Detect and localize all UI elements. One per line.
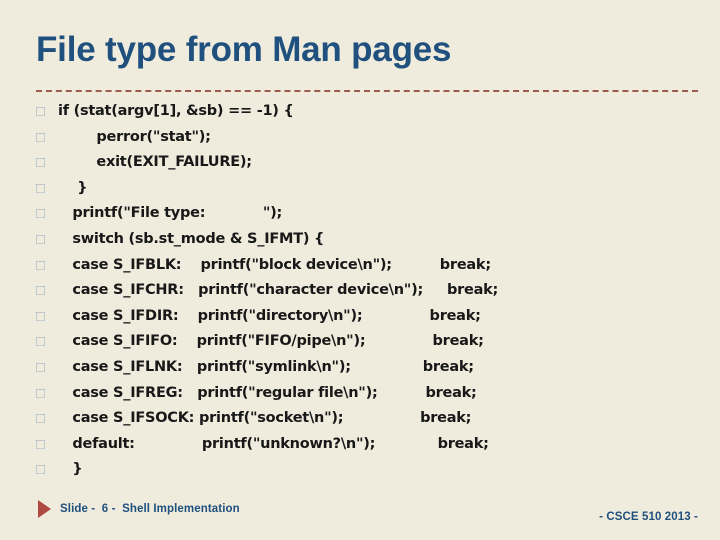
code-line: □ }: [36, 457, 706, 483]
code-line: □ if (stat(argv[1], &sb) == -1) {: [36, 99, 706, 125]
square-bullet-icon: □: [36, 307, 46, 325]
square-bullet-icon: □: [36, 461, 46, 479]
code-line: □ default: printf("unknown?\n"); break;: [36, 432, 706, 458]
code-line: □ exit(EXIT_FAILURE);: [36, 150, 706, 176]
code-line-text: case S_IFREG: printf("regular file\n"); …: [58, 384, 477, 401]
code-line-text: case S_IFLNK: printf("symlink\n"); break…: [58, 358, 474, 375]
code-line-text: if (stat(argv[1], &sb) == -1) {: [58, 103, 294, 119]
course-label: - CSCE 510 2013 -: [599, 511, 698, 523]
code-body: □ if (stat(argv[1], &sb) == -1) { □ perror…: [36, 99, 706, 483]
code-line-text: case S_IFSOCK: printf("socket\n"); break…: [58, 410, 472, 427]
square-bullet-icon: □: [36, 230, 46, 248]
code-line-text: switch (sb.st_mode & S_IFMT) {: [58, 230, 325, 247]
square-bullet-icon: □: [36, 128, 46, 146]
code-line-text: case S_IFIFO: printf("FIFO/pipe\n"); bre…: [58, 333, 484, 350]
code-line: □ case S_IFDIR: printf("directory\n"); b…: [36, 304, 706, 330]
code-line-text: default: printf("unknown?\n"); break;: [58, 435, 489, 452]
square-bullet-icon: □: [36, 205, 46, 223]
code-line: □ case S_IFLNK: printf("symlink\n"); bre…: [36, 355, 706, 381]
code-line: □ case S_IFIFO: printf("FIFO/pipe\n"); b…: [36, 329, 706, 355]
code-line-text: }: [58, 179, 88, 196]
code-line-text: printf("File type: ");: [58, 205, 283, 222]
code-line: □ case S_IFCHR: printf("character device…: [36, 278, 706, 304]
square-bullet-icon: □: [36, 154, 46, 172]
triangle-bullet-icon: [38, 500, 51, 518]
code-line-text: case S_IFDIR: printf("directory\n"); bre…: [58, 307, 481, 324]
code-line-text: case S_IFBLK: printf("block device\n"); …: [58, 256, 491, 273]
square-bullet-icon: □: [36, 333, 46, 351]
code-line-text: }: [58, 461, 83, 478]
title-block: File type from Man pages: [36, 30, 700, 69]
code-line-text: perror("stat");: [58, 128, 211, 145]
square-bullet-icon: □: [36, 358, 46, 376]
slide-canvas: File type from Man pages □ if (stat(argv[…: [0, 0, 720, 540]
code-line: □ case S_IFBLK: printf("block device\n")…: [36, 253, 706, 279]
square-bullet-icon: □: [36, 179, 46, 197]
title-divider: [36, 90, 698, 92]
square-bullet-icon: □: [36, 410, 46, 428]
page-title: File type from Man pages: [36, 30, 452, 69]
code-line: □ case S_IFREG: printf("regular file\n")…: [36, 381, 706, 407]
square-bullet-icon: □: [36, 282, 46, 300]
square-bullet-icon: □: [36, 103, 46, 120]
footer-left: Slide - 6 - Shell Implementation: [38, 500, 240, 518]
code-line: □ perror("stat");: [36, 125, 706, 151]
slide-number-label: Slide - 6 - Shell Implementation: [60, 503, 240, 515]
code-line: □ printf("File type: ");: [36, 201, 706, 227]
code-line: □ }: [36, 176, 706, 202]
code-line-text: exit(EXIT_FAILURE);: [58, 154, 252, 171]
square-bullet-icon: □: [36, 256, 46, 274]
square-bullet-icon: □: [36, 384, 46, 402]
code-line: □ switch (sb.st_mode & S_IFMT) {: [36, 227, 706, 253]
square-bullet-icon: □: [36, 435, 46, 453]
code-line: □ case S_IFSOCK: printf("socket\n"); bre…: [36, 406, 706, 432]
code-line-text: case S_IFCHR: printf("character device\n…: [58, 282, 499, 299]
